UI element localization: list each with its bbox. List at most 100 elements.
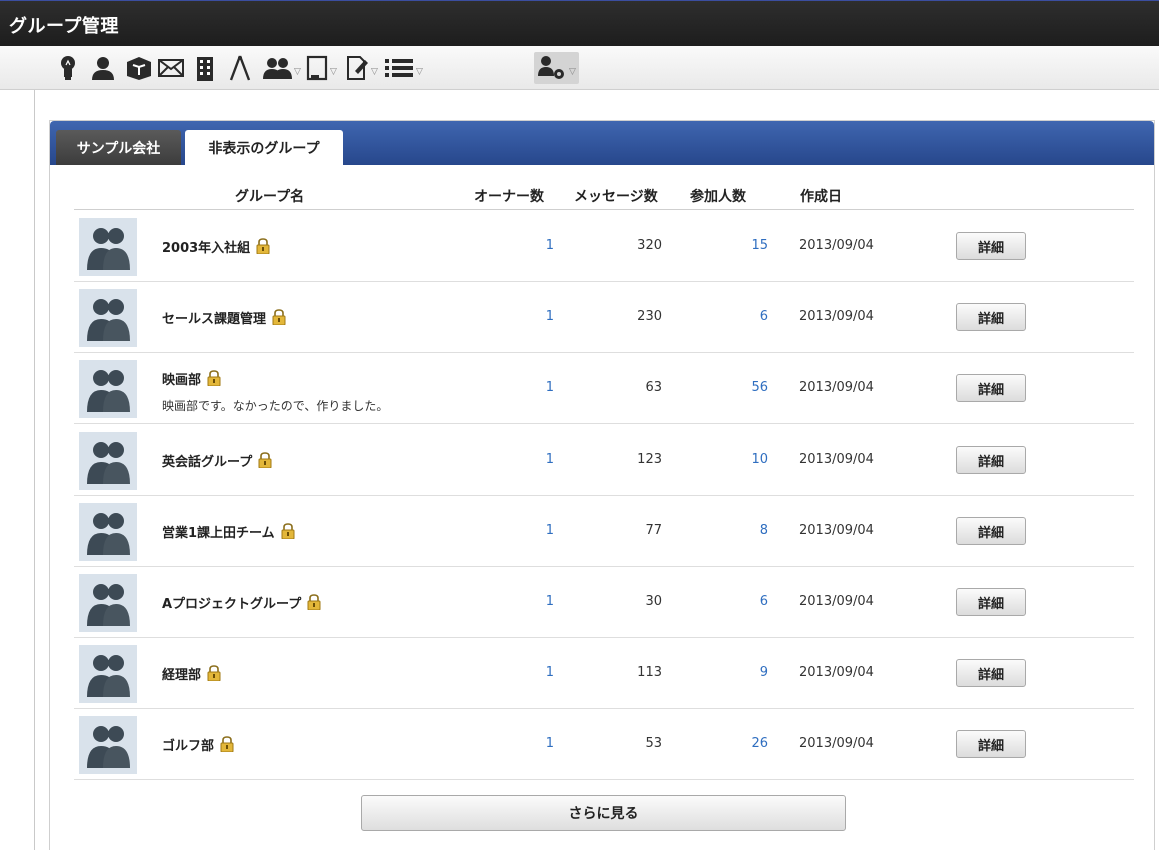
chevron-down-icon: ▽ xyxy=(330,67,337,77)
detail-button[interactable]: 詳細 xyxy=(956,730,1026,758)
owner-count[interactable]: 1 xyxy=(514,736,554,751)
group-avatar[interactable] xyxy=(79,645,137,703)
column-header-created[interactable]: 作成日 xyxy=(800,186,842,206)
tab-hidden-groups[interactable]: 非表示のグループ xyxy=(185,130,343,165)
member-count[interactable]: 9 xyxy=(724,665,768,680)
detail-button[interactable]: 詳細 xyxy=(956,588,1026,616)
lock-icon xyxy=(258,452,272,468)
group-name[interactable]: ゴルフ部 xyxy=(162,739,214,754)
lightbulb-icon[interactable] xyxy=(59,52,77,84)
group-avatar[interactable] xyxy=(79,432,137,490)
owner-count[interactable]: 1 xyxy=(514,452,554,467)
created-date: 2013/09/04 xyxy=(799,523,874,538)
message-count: 63 xyxy=(645,380,662,395)
message-count: 230 xyxy=(637,309,662,324)
group-name[interactable]: Aプロジェクトグループ xyxy=(162,597,301,612)
table-row: 経理部 1 113 9 2013/09/04 詳細 xyxy=(74,638,1134,709)
owner-count[interactable]: 1 xyxy=(514,665,554,680)
group-avatar[interactable] xyxy=(79,716,137,774)
member-count[interactable]: 15 xyxy=(724,238,768,253)
table-row: 2003年入社組 1 320 15 2013/09/04 詳細 xyxy=(74,211,1134,282)
detail-button[interactable]: 詳細 xyxy=(956,446,1026,474)
header-divider xyxy=(74,209,1134,210)
group-name[interactable]: セールス課題管理 xyxy=(162,312,266,327)
group-name[interactable]: 経理部 xyxy=(162,668,201,683)
tab-bar: サンプル会社 非表示のグループ xyxy=(50,121,1154,165)
box-icon[interactable] xyxy=(124,52,154,84)
building-icon[interactable] xyxy=(194,52,216,84)
message-count: 320 xyxy=(637,238,662,253)
compass-icon[interactable] xyxy=(228,52,252,84)
chevron-down-icon: ▽ xyxy=(371,67,378,77)
chevron-down-icon: ▽ xyxy=(569,67,576,77)
group-avatar-icon xyxy=(87,726,130,768)
user-settings-dropdown-button[interactable]: ▽ xyxy=(534,52,579,84)
member-count[interactable]: 6 xyxy=(724,309,768,324)
document-edit-dropdown-button[interactable]: ▽ xyxy=(345,52,378,84)
created-date: 2013/09/04 xyxy=(799,452,874,467)
detail-button[interactable]: 詳細 xyxy=(956,659,1026,687)
lock-icon xyxy=(272,309,286,325)
message-count: 77 xyxy=(645,523,662,538)
detail-button[interactable]: 詳細 xyxy=(956,517,1026,545)
window-title: グループ管理 xyxy=(9,16,119,37)
group-avatar[interactable] xyxy=(79,360,137,418)
table-row: Aプロジェクトグループ 1 30 6 2013/09/04 詳細 xyxy=(74,567,1134,638)
users-dropdown-button[interactable]: ▽ xyxy=(262,52,301,84)
created-date: 2013/09/04 xyxy=(799,380,874,395)
left-divider xyxy=(34,90,35,850)
group-name[interactable]: 営業1課上田チーム xyxy=(162,526,275,541)
detail-button[interactable]: 詳細 xyxy=(956,303,1026,331)
group-avatar-icon xyxy=(87,655,130,697)
owner-count[interactable]: 1 xyxy=(514,380,554,395)
owner-count[interactable]: 1 xyxy=(514,594,554,609)
table-row: 英会話グループ 1 123 10 2013/09/04 詳細 xyxy=(74,425,1134,496)
detail-button[interactable]: 詳細 xyxy=(956,374,1026,402)
toolbar: ▽ ▽ ▽ ▽ ▽ xyxy=(0,46,1159,90)
column-header-name[interactable]: グループ名 xyxy=(235,186,304,206)
column-header-messages[interactable]: メッセージ数 xyxy=(574,186,658,206)
mail-icon[interactable] xyxy=(158,52,184,84)
message-count: 113 xyxy=(637,665,662,680)
member-count[interactable]: 6 xyxy=(724,594,768,609)
member-count[interactable]: 56 xyxy=(724,380,768,395)
member-count[interactable]: 26 xyxy=(724,736,768,751)
member-count[interactable]: 10 xyxy=(724,452,768,467)
created-date: 2013/09/04 xyxy=(799,594,874,609)
created-date: 2013/09/04 xyxy=(799,665,874,680)
group-name[interactable]: 2003年入社組 xyxy=(162,241,250,256)
users-icon xyxy=(263,58,292,79)
group-avatar-icon xyxy=(87,442,130,484)
owner-count[interactable]: 1 xyxy=(514,238,554,253)
message-count: 53 xyxy=(645,736,662,751)
group-avatar[interactable] xyxy=(79,289,137,347)
device-dropdown-button[interactable]: ▽ xyxy=(306,52,337,84)
column-header-members[interactable]: 参加人数 xyxy=(690,186,746,206)
list-icon xyxy=(385,59,413,77)
table-row: 営業1課上田チーム 1 77 8 2013/09/04 詳細 xyxy=(74,496,1134,567)
group-avatar[interactable] xyxy=(79,574,137,632)
document-edit-icon xyxy=(347,56,368,80)
lock-icon xyxy=(220,736,234,752)
column-header-owners[interactable]: オーナー数 xyxy=(474,186,544,206)
lock-icon xyxy=(281,523,295,539)
group-avatar[interactable] xyxy=(79,218,137,276)
created-date: 2013/09/04 xyxy=(799,309,874,324)
list-dropdown-button[interactable]: ▽ xyxy=(384,52,423,84)
group-avatar[interactable] xyxy=(79,503,137,561)
user-icon[interactable] xyxy=(90,52,116,84)
created-date: 2013/09/04 xyxy=(799,238,874,253)
group-avatar-icon xyxy=(87,513,130,555)
tab-sample-company[interactable]: サンプル会社 xyxy=(56,130,181,165)
owner-count[interactable]: 1 xyxy=(514,309,554,324)
member-count[interactable]: 8 xyxy=(724,523,768,538)
chevron-down-icon: ▽ xyxy=(294,67,301,77)
detail-button[interactable]: 詳細 xyxy=(956,232,1026,260)
group-name[interactable]: 英会話グループ xyxy=(162,455,252,470)
chevron-down-icon: ▽ xyxy=(416,67,423,77)
lock-icon xyxy=(207,370,221,386)
show-more-button[interactable]: さらに見る xyxy=(361,795,846,831)
owner-count[interactable]: 1 xyxy=(514,523,554,538)
lock-icon xyxy=(207,665,221,681)
group-name[interactable]: 映画部 xyxy=(162,373,201,388)
